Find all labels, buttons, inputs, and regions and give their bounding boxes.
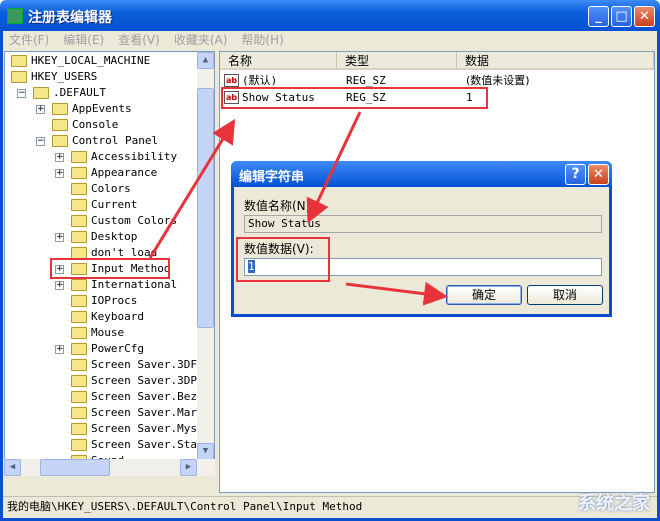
annotation-arrows [148, 111, 448, 306]
arrow-to-name [306, 111, 362, 224]
watermark-logo: 系统之家 [578, 493, 650, 514]
arrow-to-ok [345, 281, 448, 306]
arrow-to-list [148, 118, 236, 259]
